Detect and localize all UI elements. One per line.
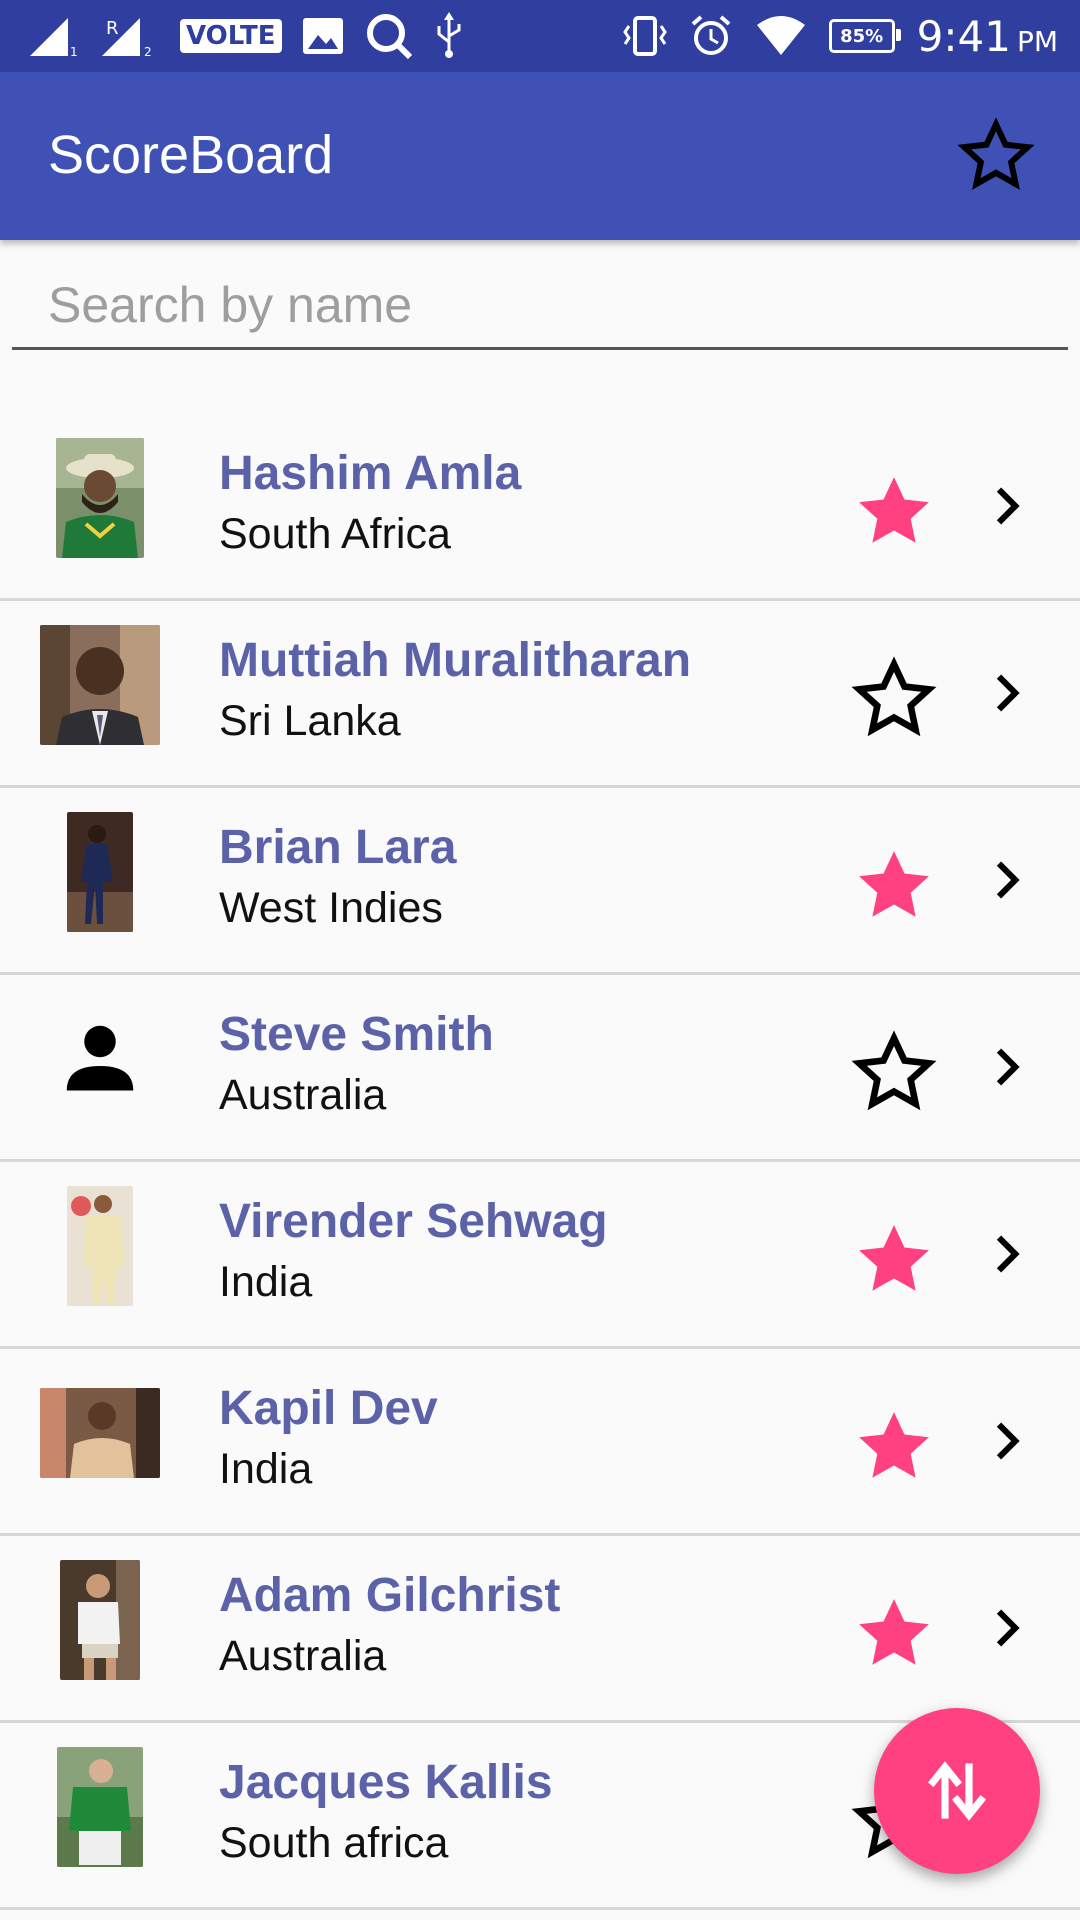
favorite-star-filled-icon[interactable] [850,468,938,556]
chevron-right-icon[interactable] [978,1413,1034,1469]
wifi-icon [756,16,805,55]
avatar [40,1186,160,1306]
player-name: Adam Gilchrist [219,1569,561,1622]
search-input[interactable] [12,262,1068,350]
swap-vertical-icon [927,1761,987,1821]
avatar [40,812,160,932]
image-icon [302,18,343,54]
avatar [40,625,160,745]
vibrate-icon [622,16,667,56]
player-country: Australia [219,1071,387,1119]
player-name: Virender Sehwag [219,1195,608,1248]
app-title: ScoreBoard [48,125,334,185]
alarm-icon [691,15,730,55]
app-bar: ScoreBoard [0,72,1080,240]
favorite-star-outline-icon[interactable] [850,655,938,743]
svg-text:R: R [106,18,119,39]
list-item[interactable]: Kapil Dev India [0,1349,1080,1536]
player-country: India [219,1258,313,1306]
clock: 9:41 PM [916,11,1058,61]
favorite-star-filled-icon[interactable] [850,1216,938,1304]
battery-level: 85% [840,25,884,47]
player-list[interactable]: Hashim Amla South Africa Muttiah Muralit… [0,414,1080,1910]
favorite-star-filled-icon[interactable] [850,1403,938,1491]
status-left: 1 R 2 VOLTE [28,12,464,60]
favorite-star-outline-icon[interactable] [850,1029,938,1117]
player-name: Muttiah Muralitharan [219,634,692,687]
list-item[interactable]: Virender Sehwag India [0,1162,1080,1349]
chevron-right-icon[interactable] [978,665,1034,721]
player-country: Australia [219,1632,387,1680]
search-app-icon [366,14,412,60]
player-country: India [219,1445,313,1493]
svg-text:2: 2 [144,45,152,58]
sort-fab-button[interactable] [874,1708,1040,1874]
player-name: Steve Smith [219,1008,494,1061]
svg-text:1: 1 [70,45,78,58]
chevron-right-icon[interactable] [978,1226,1034,1282]
chevron-right-icon[interactable] [978,478,1034,534]
favorite-star-filled-icon[interactable] [850,842,938,930]
favorite-star-filled-icon[interactable] [850,1590,938,1678]
list-item[interactable]: Hashim Amla South Africa [0,414,1080,601]
avatar [40,999,160,1119]
player-name: Kapil Dev [219,1382,438,1435]
list-item[interactable]: Brian Lara West Indies [0,788,1080,975]
usb-icon [437,12,461,58]
player-photo [56,438,144,558]
avatar [40,1373,160,1493]
player-photo [67,812,133,932]
player-country: West Indies [219,884,443,932]
chevron-right-icon[interactable] [978,852,1034,908]
status-bar: 1 R 2 VOLTE 85% 9:41 PM [0,0,1080,72]
player-country: Sri Lanka [219,697,401,745]
signal-icon: 1 [30,18,78,58]
player-name: Jacques Kallis [219,1756,553,1809]
player-photo [40,1388,160,1478]
player-name: Brian Lara [219,821,457,874]
player-name: Hashim Amla [219,447,522,500]
player-photo [57,1747,143,1867]
person-placeholder-icon [66,1025,134,1091]
star-outline-icon[interactable] [956,116,1036,196]
player-photo [67,1186,133,1306]
player-country: South africa [219,1819,449,1867]
volte-badge: VOLTE [180,19,282,53]
status-right: 85% 9:41 PM [622,10,1058,62]
list-item[interactable]: Adam Gilchrist Australia [0,1536,1080,1723]
player-photo [40,625,160,745]
list-item[interactable]: Steve Smith Australia [0,975,1080,1162]
battery-indicator: 85% [828,19,901,53]
list-item[interactable]: Muttiah Muralitharan Sri Lanka [0,601,1080,788]
chevron-right-icon[interactable] [978,1039,1034,1095]
player-country: South Africa [219,510,451,558]
avatar [40,1747,160,1867]
avatar [40,438,160,558]
avatar [40,1560,160,1680]
player-photo [60,1560,140,1680]
chevron-right-icon[interactable] [978,1600,1034,1656]
roaming-signal-icon: R 2 [102,18,152,58]
